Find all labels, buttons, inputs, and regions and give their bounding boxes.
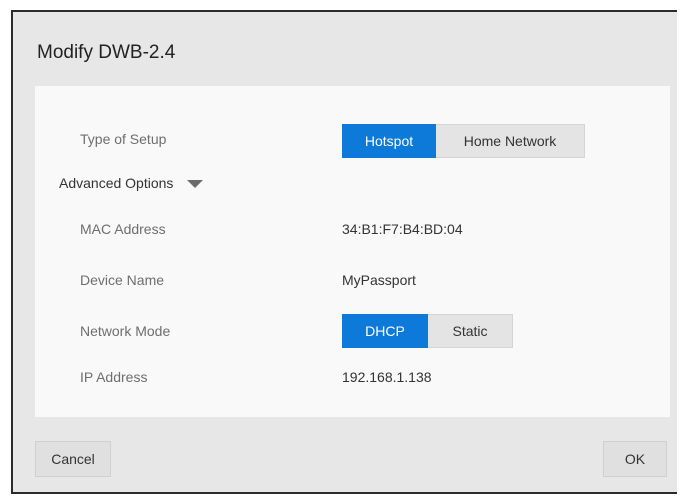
modify-dialog: Modify DWB-2.4 Type of Setup Hotspot Hom… (11, 10, 677, 494)
home-network-option[interactable]: Home Network (436, 124, 585, 158)
advanced-options-toggle[interactable]: Advanced Options (59, 175, 204, 191)
device-name-label: Device Name (80, 272, 165, 288)
caret-down-icon (187, 179, 204, 188)
hotspot-option[interactable]: Hotspot (342, 124, 436, 158)
mac-address-label: MAC Address (80, 221, 166, 237)
advanced-options-label: Advanced Options (59, 175, 174, 191)
ip-address-label: IP Address (80, 369, 148, 385)
dialog-title: Modify DWB-2.4 (37, 42, 176, 63)
network-mode-label: Network Mode (80, 323, 171, 339)
ip-address-value: 192.168.1.138 (342, 369, 432, 385)
type-of-setup-toggle: Hotspot Home Network (342, 124, 585, 158)
network-mode-toggle: DHCP Static (342, 314, 513, 348)
type-of-setup-label: Type of Setup (80, 131, 167, 147)
cancel-button[interactable]: Cancel (35, 441, 111, 477)
dhcp-option[interactable]: DHCP (342, 314, 428, 348)
ok-button[interactable]: OK (603, 441, 667, 477)
settings-panel: Type of Setup Hotspot Home Network Advan… (35, 86, 670, 417)
device-name-value: MyPassport (342, 272, 416, 288)
static-option[interactable]: Static (428, 314, 513, 348)
mac-address-value: 34:B1:F7:B4:BD:04 (342, 221, 463, 237)
